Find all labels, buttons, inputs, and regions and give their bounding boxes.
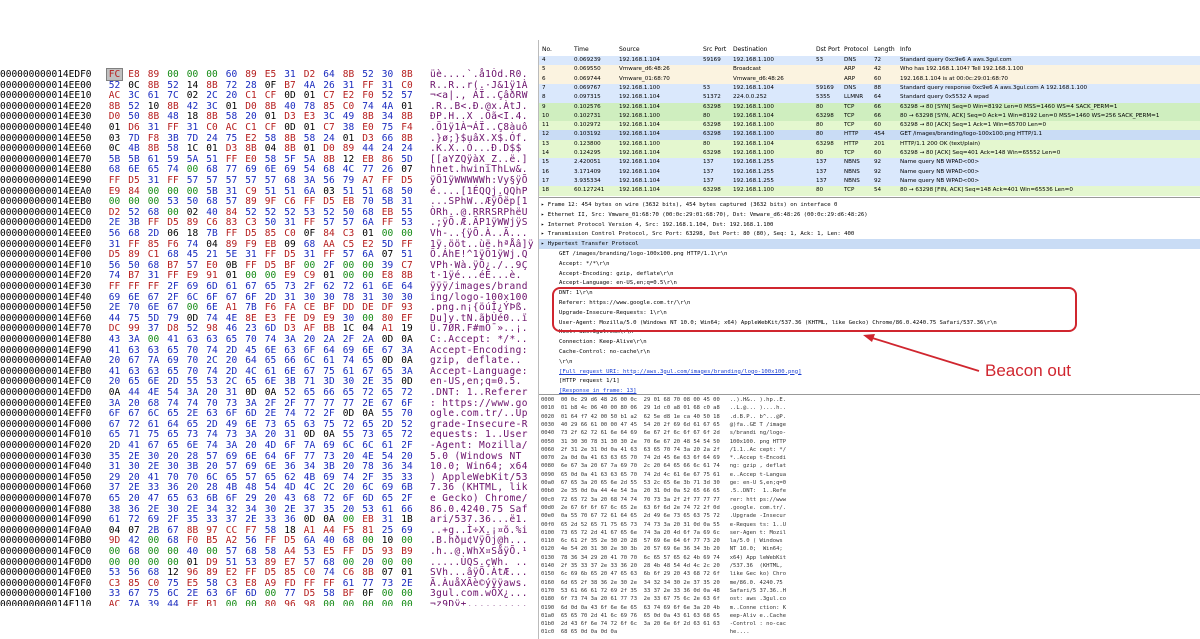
hex-byte: 44 (167, 599, 179, 606)
bytes-line: 01c0 68 65 0d 0a 0d 0a he.... (541, 629, 750, 636)
packet-cell: 13 (542, 140, 550, 147)
pane-divider[interactable] (539, 394, 1200, 395)
packet-cell: 51372 (703, 94, 721, 101)
packet-cell: 60.127241 (574, 187, 605, 194)
packet-cell: 192.168.1.100 (619, 140, 660, 147)
beacon-out-label: Beacon out (985, 361, 1072, 380)
packet-cell: 18 (542, 187, 550, 194)
packet-row[interactable]: 8 0.097315 192.168.1.104 51372 224.0.0.252 53… (539, 93, 1200, 103)
packet-cell: 224.0.0.252 (733, 94, 767, 101)
column-header[interactable]: Time (574, 46, 589, 53)
packet-list[interactable]: 4 0.069239 192.168.1.104 59169 192.168.1.100… (539, 56, 1200, 196)
packet-cell: HTTP/1.1 200 OK (text/plain) (900, 140, 981, 147)
column-header[interactable]: Src Port (703, 46, 726, 53)
hex-address: 000000000014F110 (0, 599, 92, 606)
beacon-highlight-box (552, 287, 1077, 332)
hex-byte: 00 (225, 599, 238, 606)
packet-cell: TCP (844, 187, 855, 194)
pane-divider[interactable] (539, 197, 1200, 198)
detail-line[interactable]: Accept-Encoding: gzip, deflate\r\n (539, 269, 674, 279)
packet-cell: 192.168.1.104 (733, 140, 774, 147)
hex-byte: 00 (342, 599, 355, 606)
hex-byte: 98 (303, 599, 316, 606)
packet-cell: 80 → 63298 [FIN, ACK] Seq=148 Ack=401 Wi… (900, 187, 1073, 194)
detail-line[interactable]: [Full request URI: http://aws.3gul.com/i… (539, 367, 801, 377)
hex-byte: 00 (362, 599, 374, 606)
hex-byte: B1 (206, 599, 218, 606)
hex-byte: 00 (381, 599, 394, 606)
hex-byte: 00 (323, 599, 335, 606)
packet-cell: 63298 (816, 140, 834, 147)
packet-cell: 54 (874, 187, 882, 194)
hex-byte: 39 (147, 599, 160, 606)
detail-line[interactable]: Connection: Keep-Alive\r\n (539, 337, 647, 347)
column-header[interactable]: Dst Port (816, 46, 840, 53)
packet-cell: 63298 (703, 187, 721, 194)
packet-cell: 192.168.1.104 (619, 187, 660, 194)
detail-line[interactable]: ▸ Frame 12: 454 bytes on wire (3632 bits… (539, 200, 837, 210)
column-header[interactable]: Length (874, 46, 895, 53)
column-header[interactable]: Info (900, 46, 911, 53)
hex-ascii: ¬z9Dÿ±.......... (430, 599, 528, 606)
packet-cell: Standard query 0x5532 A wpad (900, 94, 989, 101)
packet-cell: 0.123800 (574, 140, 601, 147)
detail-line[interactable]: ▸ Ethernet II, Src: Vmware_01:68:70 (00:… (539, 210, 868, 220)
packet-cell: 5355 (816, 94, 831, 101)
packet-bytes-pane[interactable]: 0000 00 0c 29 d6 48 26 00 0c 29 01 68 70… (539, 396, 1200, 639)
packet-cell: 0.097315 (574, 94, 601, 101)
packet-cell: 80 (703, 140, 711, 147)
detail-line[interactable]: Cache-Control: no-cache\r\n (539, 347, 650, 357)
packet-cell: 80 (816, 187, 824, 194)
hex-byte: 00 (245, 599, 257, 606)
packet-cell: 192.168.1.104 (619, 94, 660, 101)
column-header[interactable]: Source (619, 46, 640, 53)
hex-byte: 96 (284, 599, 296, 606)
detail-line[interactable]: \r\n (539, 357, 572, 367)
hex-byte: 00 (401, 599, 413, 606)
hex-dump-pane[interactable]: 000000000014EDF0 FC E8 89 00 00 00 60 89 E5 31 D2 64… (0, 68, 538, 606)
column-header[interactable]: Destination (733, 46, 767, 53)
column-header[interactable]: No. (542, 46, 552, 53)
hex-byte: 80 (264, 599, 277, 606)
packet-cell: 201 (874, 140, 885, 147)
packet-cell: HTTP (844, 140, 859, 147)
detail-line[interactable]: ▸ Internet Protocol Version 4, Src: 192.… (539, 220, 773, 230)
detail-line[interactable]: [HTTP request 1/1] (539, 376, 620, 386)
packet-row[interactable]: 13 0.123800 192.168.1.100 80 192.168.1.104 63… (539, 139, 1200, 150)
packet-cell: LLMNR (844, 94, 864, 101)
column-header[interactable]: Protocol (844, 46, 868, 53)
packet-list-header: No. Time Source Src Port Destination Dst Port… (539, 44, 1200, 56)
packet-row[interactable]: 18 60.127241 192.168.1.104 63298 192.168.1.1… (539, 186, 1200, 196)
hex-byte: FF (186, 599, 199, 606)
packet-cell: 192.168.1.100 (733, 187, 774, 194)
detail-line[interactable]: Accept: */*\r\n (539, 259, 610, 269)
detail-line[interactable]: ▸ Hypertext Transfer Protocol (539, 239, 1200, 250)
hex-byte: AC (108, 599, 121, 606)
hex-byte: 7A (128, 599, 140, 606)
detail-line[interactable]: ▸ Transmission Control Protocol, Src Por… (539, 229, 854, 239)
packet-cell: 8 (542, 94, 546, 101)
detail-line[interactable]: GET /images/branding/logo-100x100.png HT… (539, 249, 727, 259)
packet-cell: 64 (874, 94, 882, 101)
wireshark-window: No. Time Source Src Port Destination Dst Port… (538, 40, 1200, 639)
